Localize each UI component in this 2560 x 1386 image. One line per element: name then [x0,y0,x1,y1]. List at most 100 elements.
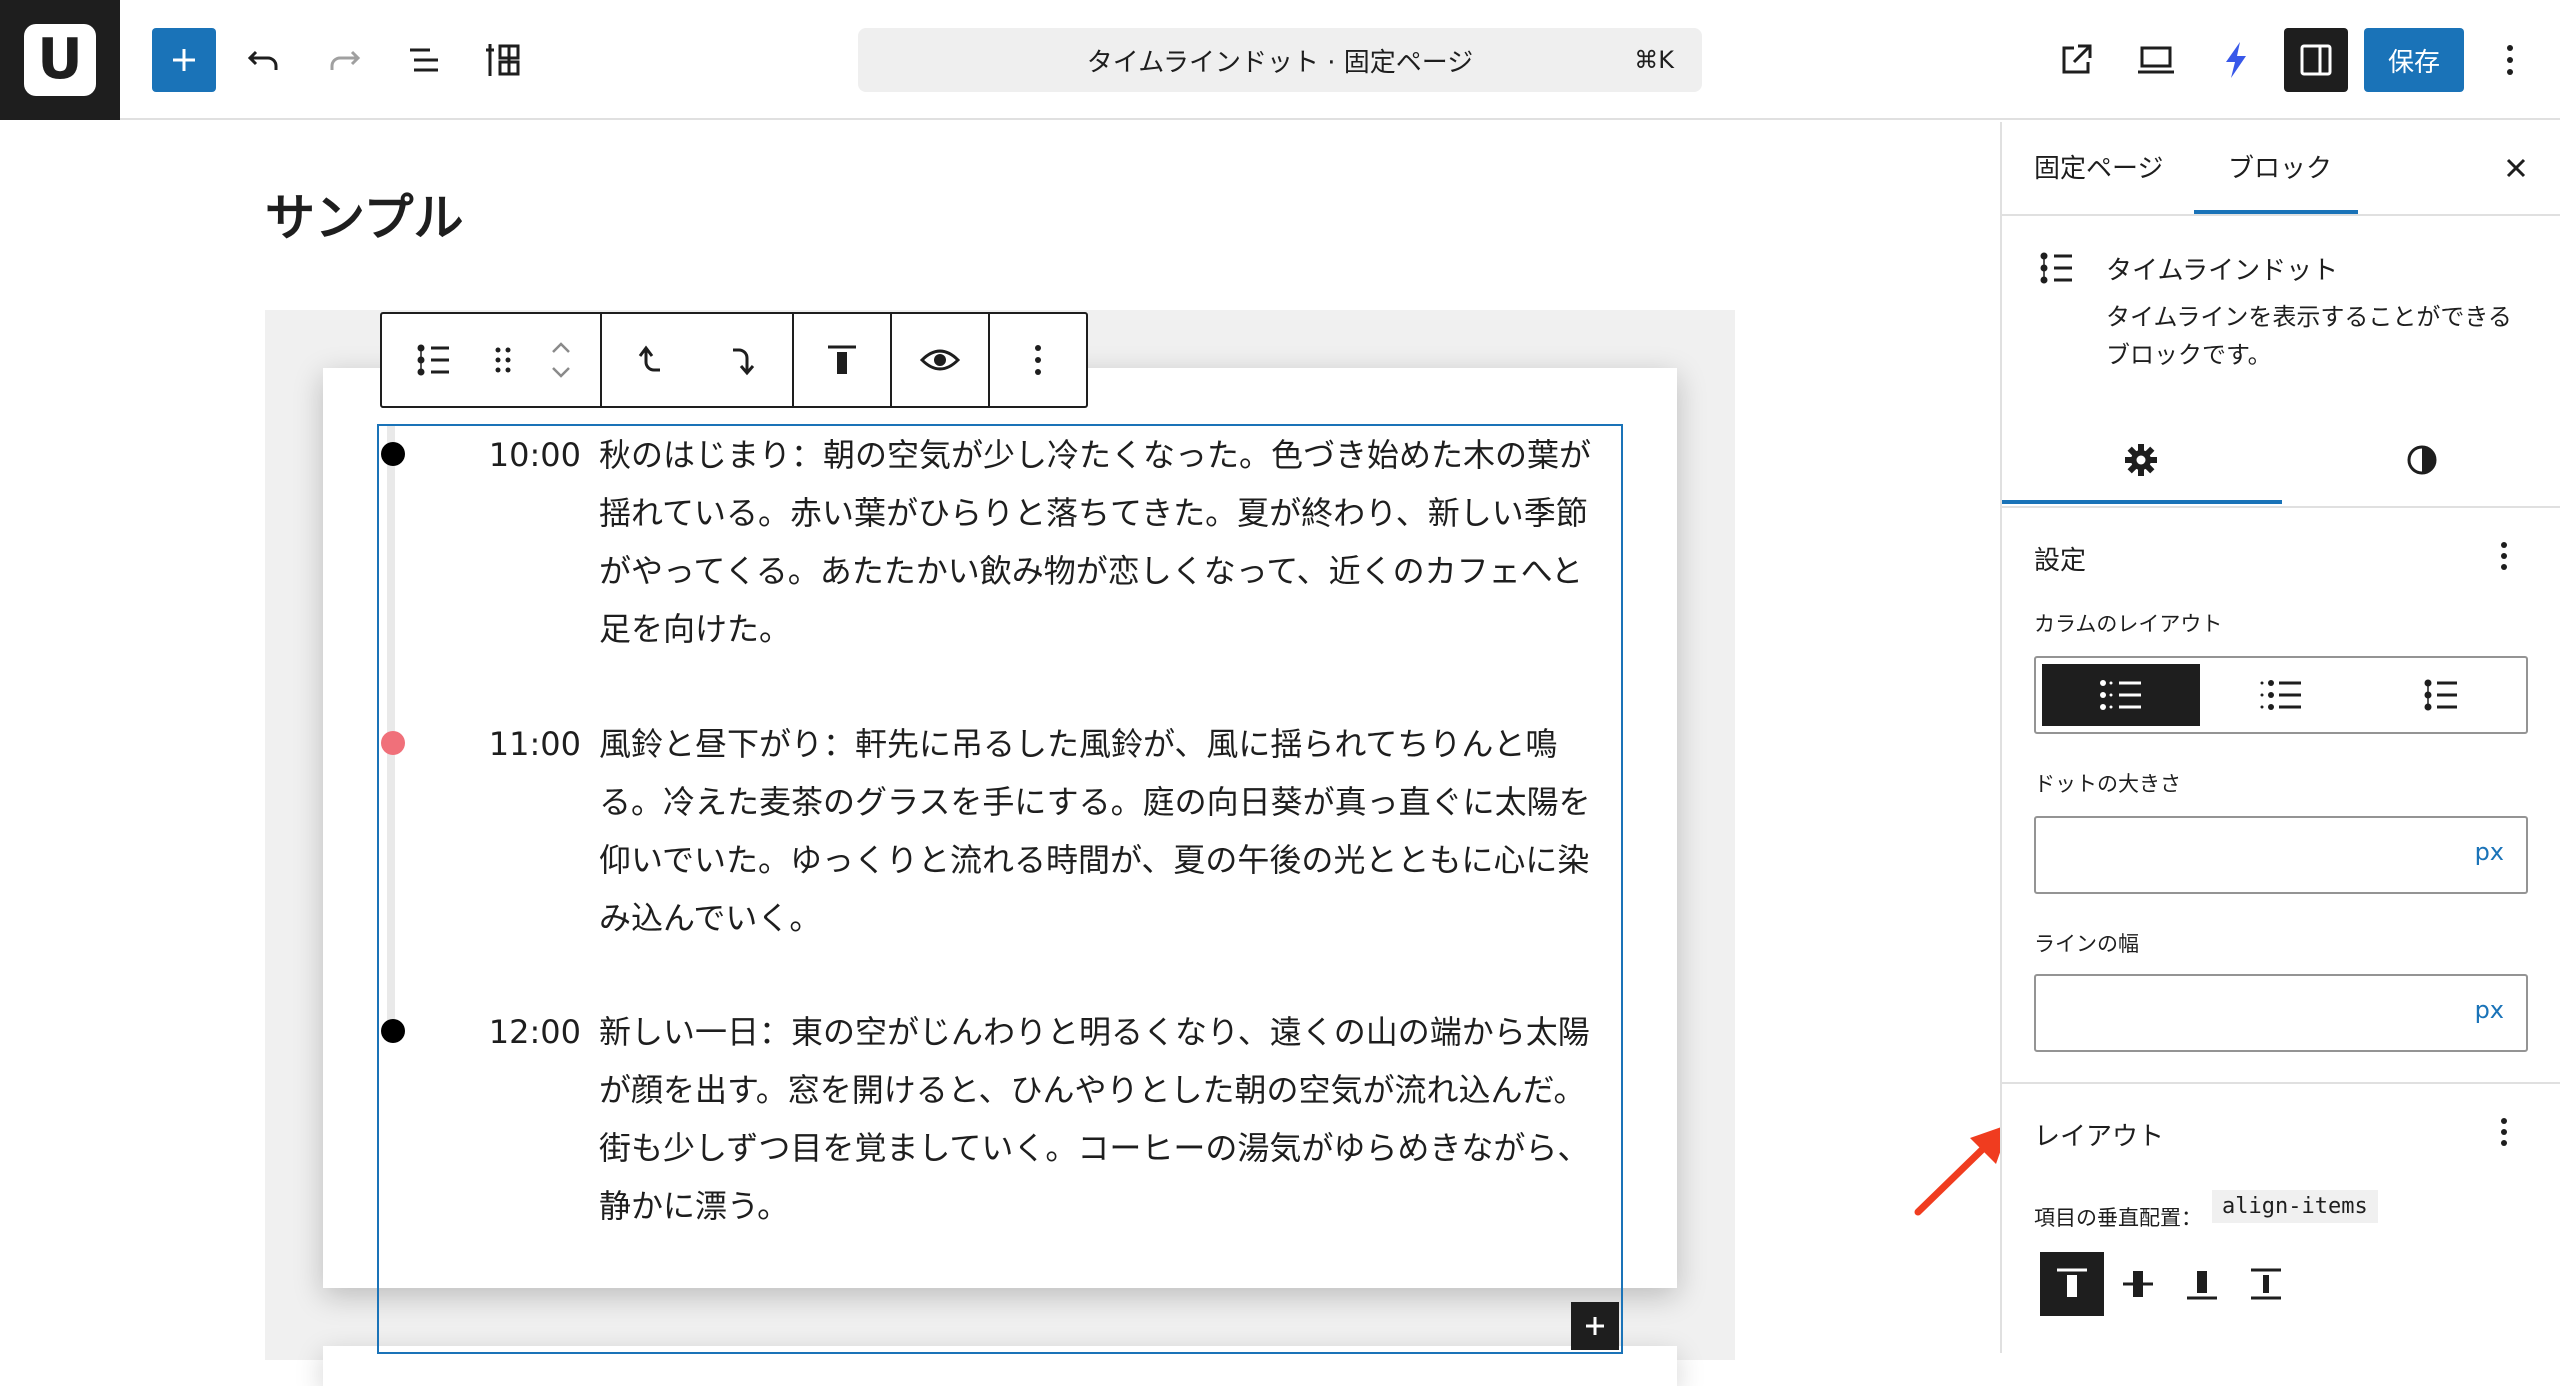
editor-canvas: サンプル 10:00 秋のはじまり：朝の空気が少し冷たくなった。色づき始めた木の… [0,122,2010,1386]
align-stretch-icon [2251,1268,2281,1300]
dot-size-input[interactable] [2046,828,2446,882]
select-child-button[interactable] [713,314,777,406]
arrow-up-left-icon [638,345,660,372]
line-width-input[interactable] [2046,986,2446,1040]
move-up-down-buttons[interactable] [541,314,581,406]
device-preview-button[interactable] [2124,28,2188,92]
layout-center-dot-icon [2260,680,2301,710]
editor-header: U タイムラインドット · 固定ページ ⌘K 保存 [0,0,2560,120]
align-top-icon [2057,1268,2087,1297]
arrow-down-right-icon [732,348,754,376]
options-menu-button[interactable] [2478,28,2542,92]
select-parent-button[interactable] [618,314,682,406]
block-toolbar-group-visibility [892,314,990,406]
laptop-icon [2138,46,2174,74]
align-bottom-button[interactable] [2170,1252,2234,1316]
layout-option-1[interactable] [2042,664,2200,726]
tab-page[interactable]: 固定ページ [2034,148,2163,185]
save-button[interactable]: 保存 [2364,28,2464,92]
line-width-unit-select[interactable]: px [2475,996,2504,1024]
timeline-time[interactable]: 10:00 [461,426,581,484]
dot-size-unit-select[interactable]: px [2475,838,2504,866]
active-tab-indicator [2194,210,2358,214]
undo-button[interactable] [232,28,296,92]
close-icon [2506,158,2526,178]
sidebar-tabs: 固定ページ ブロック [2002,122,2560,216]
panel-divider [2002,1082,2560,1084]
settings-panel-options-button[interactable] [2484,536,2524,576]
undo-icon [247,50,278,70]
layout-dot-only-icon [2424,679,2457,711]
align-top-button[interactable] [2040,1252,2104,1316]
redo-button[interactable] [312,28,376,92]
timeline-text[interactable]: 新しい一日：東の空がじんわりと明るくなり、遠くの山の端から太陽が顔を出す。窓を開… [599,1003,1603,1235]
add-item-button[interactable] [1571,1302,1619,1350]
view-page-button[interactable] [2044,28,2108,92]
block-toolbar-group-options [990,314,1086,406]
block-toolbar-group-align [794,314,892,406]
block-subtabs [2002,412,2560,508]
list-view-icon [410,48,438,72]
outline-button[interactable] [472,28,536,92]
vertical-align-button[interactable] [810,314,874,406]
external-link-icon [2062,44,2092,74]
block-description: タイムラインを表示することができるブロックです。 [2106,303,2512,369]
timeline-dot [381,731,405,755]
line-width-field: px [2034,974,2528,1052]
tab-settings[interactable] [2117,436,2165,484]
timeline-dot [381,442,405,466]
site-logo-button[interactable]: U [0,0,120,120]
plugin-bolt-button[interactable] [2204,28,2268,92]
redo-icon [330,50,361,70]
align-bottom-icon [2187,1271,2217,1300]
layout-option-3[interactable] [2362,664,2520,726]
column-layout-label: カラムのレイアウト [2034,612,2223,636]
more-vertical-icon [2501,1118,2507,1146]
contrast-icon [2407,445,2437,475]
outline-icon [486,44,520,76]
timeline-time[interactable]: 12:00 [461,1003,581,1061]
timeline-line [387,426,395,1026]
settings-sidebar-toggle[interactable] [2284,28,2348,92]
block-inserter-button[interactable] [152,28,216,92]
dot-size-label: ドットの大きさ [2034,772,2181,796]
timeline-dot-block[interactable]: 10:00 秋のはじまり：朝の空気が少し冷たくなった。色づき始めた木の葉が揺れて… [377,424,1623,1354]
settings-sidebar: 固定ページ ブロック タイムラインドット タイムラインを表示することができるブロ… [2000,122,2560,1353]
column-layout-toggle [2034,656,2528,734]
more-vertical-icon [2501,542,2507,570]
timeline-dot [381,1019,405,1043]
drag-icon [495,347,511,373]
line-width-label: ラインの幅 [2034,932,2139,956]
sidebar-icon [2300,44,2332,76]
settings-panel-title[interactable]: 設定 [2034,540,2086,577]
tab-styles[interactable] [2398,436,2446,484]
visibility-button[interactable] [908,314,972,406]
command-palette-bar[interactable]: タイムラインドット · 固定ページ ⌘K [858,28,1702,92]
document-overview-button[interactable] [392,28,456,92]
plus-icon [173,49,195,71]
dot-size-field: px [2034,816,2528,894]
layout-panel-title[interactable]: レイアウト [2034,1116,2164,1153]
align-center-icon [2123,1271,2153,1297]
align-stretch-button[interactable] [2234,1252,2298,1316]
block-options-button[interactable] [1006,314,1070,406]
more-vertical-icon [1035,345,1041,375]
page-title[interactable]: サンプル [265,178,464,250]
drag-handle[interactable] [483,314,523,406]
layout-panel-options-button[interactable] [2484,1112,2524,1152]
eye-icon [920,349,960,371]
lightning-icon [2226,42,2246,78]
close-sidebar-button[interactable] [2496,148,2536,188]
layout-option-2[interactable] [2202,664,2360,726]
vertical-align-code: align-items [2212,1190,2378,1223]
block-toolbar [380,312,1088,408]
tab-block[interactable]: ブロック [2228,148,2332,185]
timeline-dot-icon [417,344,449,376]
layout-left-dot-icon [2100,680,2141,710]
timeline-text[interactable]: 秋のはじまり：朝の空気が少し冷たくなった。色づき始めた木の葉が揺れている。赤い葉… [599,426,1603,658]
timeline-text[interactable]: 風鈴と昼下がり：軒先に吊るした風鈴が、風に揺られてちりんと鳴る。冷えた麦茶のグラ… [599,715,1603,947]
block-type-button[interactable] [401,314,465,406]
timeline-time[interactable]: 11:00 [461,715,581,773]
align-center-button[interactable] [2106,1252,2170,1316]
more-vertical-icon [2507,45,2513,75]
